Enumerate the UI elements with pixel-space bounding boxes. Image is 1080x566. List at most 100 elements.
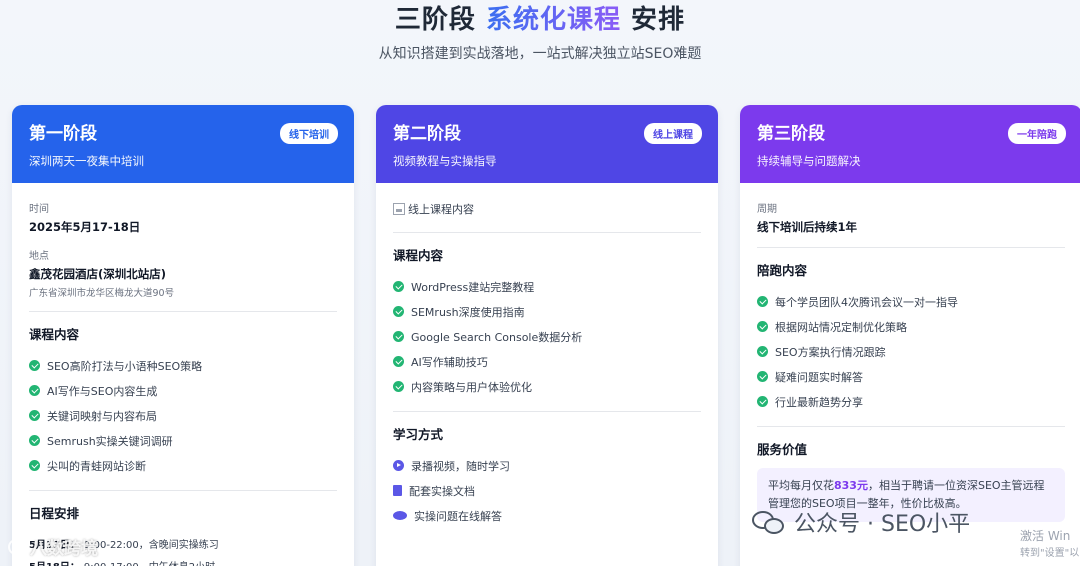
list-item-text: 根据网站情况定制优化策略 (775, 320, 907, 334)
list-item: AI写作辅助技巧 (393, 349, 701, 374)
stage2-card: 第二阶段 视频教程与实操指导 线上课程 线上课程内容 课程内容 WordPres… (376, 105, 718, 566)
watermark-logo-icon (8, 538, 24, 555)
method-text: 配套实操文档 (409, 484, 475, 498)
list-item: Google Search Console数据分析 (393, 324, 701, 349)
document-icon (393, 485, 402, 496)
method-item: 配套实操文档 (393, 478, 701, 503)
time-label: 时间 (29, 204, 49, 215)
check-icon (757, 396, 768, 407)
stage1-body: 时间 2025年5月17-18日 地点 鑫茂花园酒店(深圳北站店) 广东省深圳市… (12, 183, 354, 566)
list-item-text: SEO高阶打法与小语种SEO策略 (47, 359, 203, 373)
value-title: 服务价值 (757, 442, 808, 457)
check-icon (393, 306, 404, 317)
check-icon (757, 296, 768, 307)
list-item-text: Semrush实操关键词调研 (47, 434, 173, 448)
list-item-text: WordPress建站完整教程 (411, 280, 535, 294)
place-label: 地点 (29, 251, 49, 262)
list-item-text: AI写作与SEO内容生成 (47, 384, 158, 398)
broken-image-icon (393, 203, 405, 215)
list-item-text: Google Search Console数据分析 (411, 330, 583, 344)
list-item: 疑难问题实时解答 (757, 364, 1065, 389)
page-subtitle: 从知识搭建到实战落地，一站式解决独立站SEO难题 (378, 46, 702, 62)
list-item-text: 行业最新趋势分享 (775, 395, 863, 409)
wechat-icon (752, 509, 786, 535)
check-icon (393, 356, 404, 367)
schedule-text: 9:00-22:00，含晚间实操练习 (83, 539, 219, 551)
stage3-card: 第三阶段 持续辅导与问题解决 一年陪跑 周期 线下培训后持续1年 陪跑内容 每个… (740, 105, 1080, 566)
period-value: 线下培训后持续1年 (757, 220, 858, 234)
stage1-header: 第一阶段 深圳两天一夜集中培训 线下培训 (12, 105, 354, 183)
method-item: 录播视频，随时学习 (393, 453, 701, 478)
stage2-body: 线上课程内容 课程内容 WordPress建站完整教程 SEMrush深度使用指… (376, 183, 718, 528)
stage3-badge: 一年陪跑 (1008, 123, 1066, 144)
check-icon (29, 410, 40, 421)
list-item: AI写作与SEO内容生成 (29, 378, 337, 403)
play-icon (393, 460, 404, 471)
divider (393, 411, 701, 412)
check-icon (757, 321, 768, 332)
image-alt-text: 线上课程内容 (408, 203, 474, 216)
divider (757, 426, 1065, 427)
list-item: 关键词映射与内容布局 (29, 403, 337, 428)
list-item-text: 每个学员团队4次腾讯会议一对一指导 (775, 295, 958, 309)
content-title: 陪跑内容 (757, 263, 808, 278)
method-text: 录播视频，随时学习 (411, 459, 510, 473)
method-title: 学习方式 (393, 427, 444, 442)
stage2-course-title: 课程内容 (393, 248, 444, 263)
list-item: Semrush实操关键词调研 (29, 428, 337, 453)
stage1-card: 第一阶段 深圳两天一夜集中培训 线下培训 时间 2025年5月17-18日 地点… (12, 105, 354, 566)
value-price: 833元 (834, 479, 868, 492)
stage2-header: 第二阶段 视频教程与实操指导 线上课程 (376, 105, 718, 183)
method-text: 实操问题在线解答 (414, 509, 502, 523)
value-text-pre: 平均每月仅花 (768, 479, 834, 492)
list-item: 每个学员团队4次腾讯会议一对一指导 (757, 289, 1065, 314)
stage2-badge: 线上课程 (644, 123, 702, 144)
place-name: 鑫茂花园酒店(深圳北站店) (29, 267, 167, 281)
list-item: SEMrush深度使用指南 (393, 299, 701, 324)
watermark-left-text: 八数跨境 (30, 539, 98, 559)
check-icon (757, 371, 768, 382)
check-icon (393, 281, 404, 292)
page-title: 三阶段 系统化课程 安排 (0, 2, 1080, 38)
activate-windows-line1: 激活 Win (1020, 529, 1071, 543)
divider (29, 490, 337, 491)
divider (29, 311, 337, 312)
stage1-subtitle: 深圳两天一夜集中培训 (29, 154, 144, 168)
list-item-text: 疑难问题实时解答 (775, 370, 863, 384)
watermark-right-text: 公众号 · SEO小平 (794, 512, 971, 537)
check-icon (29, 360, 40, 371)
list-item: SEO方案执行情况跟踪 (757, 339, 1065, 364)
stage1-course-title: 课程内容 (29, 327, 80, 342)
stage3-header: 第三阶段 持续辅导与问题解决 一年陪跑 (740, 105, 1080, 183)
title-suffix: 安排 (621, 5, 686, 35)
list-item-text: SEO方案执行情况跟踪 (775, 345, 886, 359)
chat-icon (393, 511, 407, 520)
watermark-right: 公众号 · SEO小平 (752, 506, 970, 538)
list-item-text: 关键词映射与内容布局 (47, 409, 157, 423)
divider (393, 232, 701, 233)
broken-image: 线上课程内容 (393, 200, 701, 218)
schedule-text: 9:00-17:00，中午休息2小时 (84, 558, 215, 566)
method-item: 实操问题在线解答 (393, 503, 701, 528)
list-item: 内容策略与用户体验优化 (393, 374, 701, 399)
check-icon (29, 435, 40, 446)
stage3-subtitle: 持续辅导与问题解决 (757, 154, 861, 168)
list-item: 行业最新趋势分享 (757, 389, 1065, 414)
list-item-text: 内容策略与用户体验优化 (411, 380, 532, 394)
list-item: WordPress建站完整教程 (393, 274, 701, 299)
period-label: 周期 (757, 204, 777, 215)
list-item-text: AI写作辅助技巧 (411, 355, 488, 369)
list-item: SEO高阶打法与小语种SEO策略 (29, 353, 337, 378)
stage2-subtitle: 视频教程与实操指导 (393, 154, 497, 168)
check-icon (393, 381, 404, 392)
watermark-left: 八数跨境 (8, 534, 98, 559)
check-icon (393, 331, 404, 342)
stage1-badge: 线下培训 (280, 123, 338, 144)
title-prefix: 三阶段 (394, 5, 486, 35)
title-accent: 系统化课程 (485, 5, 621, 35)
list-item: 尖叫的青蛙网站诊断 (29, 453, 337, 478)
page-header: 三阶段 系统化课程 安排 从知识搭建到实战落地，一站式解决独立站SEO难题 (0, 0, 1080, 63)
divider (757, 247, 1065, 248)
list-item-text: 尖叫的青蛙网站诊断 (47, 459, 146, 473)
activate-windows-line2: 转到"设置"以 (1020, 548, 1080, 559)
